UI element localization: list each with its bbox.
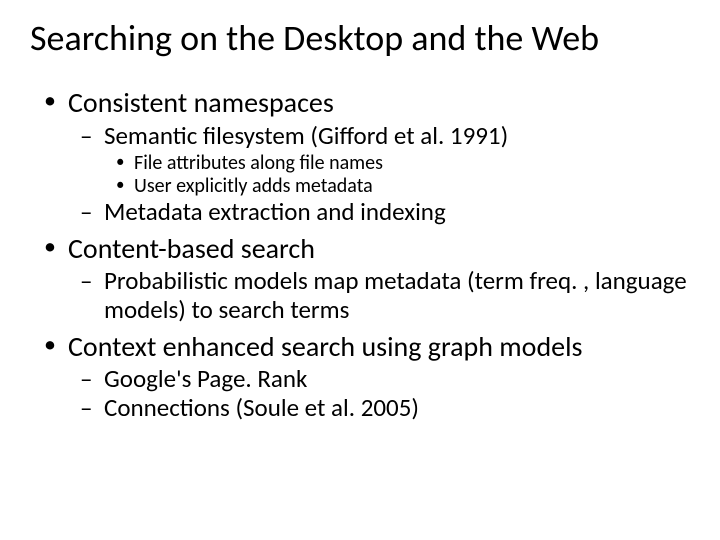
sub-item: Connections (Soule et al. 2005) — [68, 394, 690, 423]
slide-title: Searching on the Desktop and the Web — [30, 18, 690, 59]
subsub-item: File attributes along file names — [104, 152, 690, 175]
bullet-text: Context enhanced search using graph mode… — [68, 329, 582, 364]
subsub-text: User explicitly adds metadata — [134, 174, 373, 198]
sub-text: Semantic filesystem (Gifford et al. 1991… — [104, 120, 508, 151]
bullet-item: Context enhanced search using graph mode… — [30, 331, 690, 423]
sub-list: Probabilistic models map metadata (term … — [68, 267, 690, 325]
sub-list: Semantic filesystem (Gifford et al. 1991… — [68, 122, 690, 228]
sub-text: Google's Page. Rank — [104, 363, 307, 394]
sub-text: Metadata extraction and indexing — [104, 196, 446, 227]
sub-text: Probabilistic models map metadata (term … — [104, 265, 687, 325]
subsub-text: File attributes along file names — [134, 151, 383, 175]
sub-item: Probabilistic models map metadata (term … — [68, 267, 690, 325]
subsub-list: File attributes along file names User ex… — [104, 152, 690, 198]
bullet-list: Consistent namespaces Semantic filesyste… — [30, 87, 690, 422]
bullet-item: Consistent namespaces Semantic filesyste… — [30, 87, 690, 227]
bullet-item: Content-based search Probabilistic model… — [30, 233, 690, 325]
slide: Searching on the Desktop and the Web Con… — [0, 0, 720, 540]
sub-list: Google's Page. Rank Connections (Soule e… — [68, 365, 690, 423]
sub-item: Google's Page. Rank — [68, 365, 690, 394]
bullet-text: Consistent namespaces — [68, 85, 334, 120]
bullet-text: Content-based search — [68, 231, 315, 266]
sub-item: Semantic filesystem (Gifford et al. 1991… — [68, 122, 690, 199]
subsub-item: User explicitly adds metadata — [104, 175, 690, 198]
sub-text: Connections (Soule et al. 2005) — [104, 392, 419, 423]
sub-item: Metadata extraction and indexing — [68, 198, 690, 227]
